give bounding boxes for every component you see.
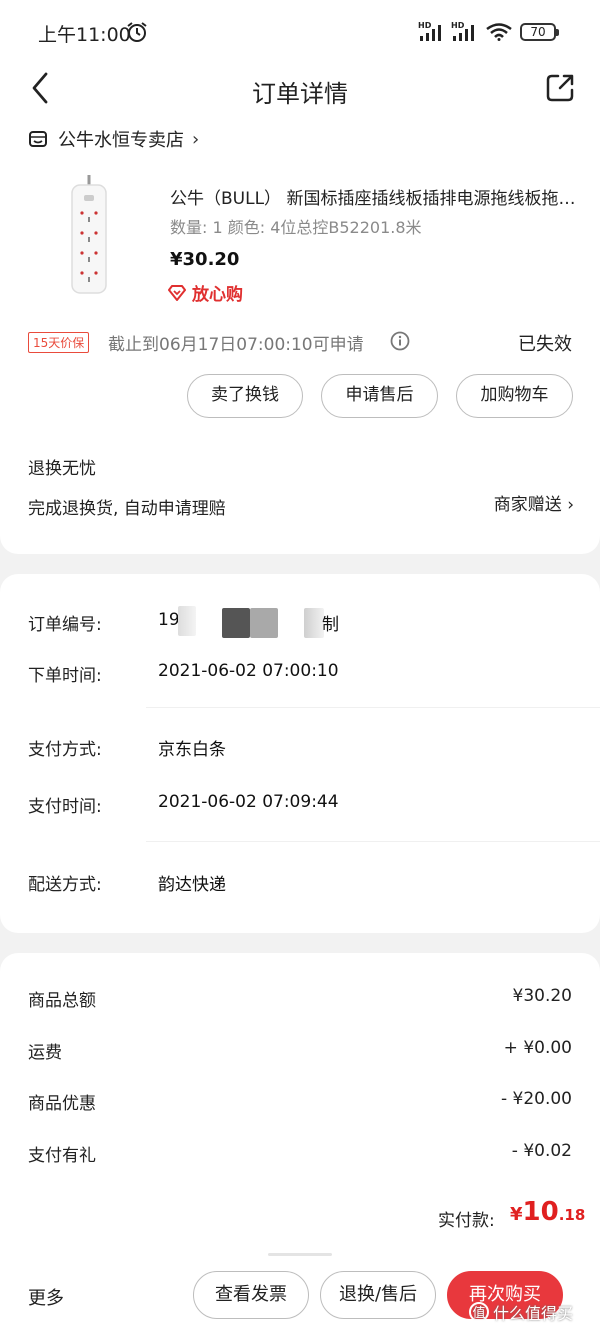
product-title[interactable]: 公牛（BULL） 新国标插座插线板插排电源拖线板拖线板	[170, 184, 580, 209]
total-value: ¥30.20	[512, 986, 572, 1006]
watermark-text: 什么值得买	[493, 1304, 574, 1323]
signal-icon-2	[453, 25, 474, 41]
watermark: 值 什么值得买	[468, 1300, 573, 1324]
view-invoice-button[interactable]: 查看发票	[193, 1271, 309, 1319]
pay-method-label: 支付方式:	[28, 740, 102, 760]
divider	[146, 841, 600, 842]
status-time: 上午11:00	[38, 24, 131, 46]
svg-text:值: 值	[472, 1305, 485, 1321]
store-icon	[29, 131, 47, 147]
order-time-label: 下单时间:	[28, 666, 102, 686]
divider	[146, 707, 600, 708]
paid-currency: ¥	[510, 1204, 523, 1225]
pay-gift-value: - ¥0.02	[511, 1141, 572, 1161]
nav-header: 订单详情	[0, 62, 600, 117]
assurance-badge: 放心购	[168, 280, 243, 305]
status-bar: 上午11:00 HD HD 70	[0, 0, 600, 62]
paid-integer: 10	[522, 1197, 559, 1227]
delivery-label: 配送方式:	[28, 875, 102, 895]
order-number-prefix: 19	[158, 610, 180, 630]
amount-card: 商品总额 ¥30.20 运费 + ¥0.00 商品优惠 - ¥20.00 支付有…	[0, 953, 600, 1253]
paid-label: 实付款:	[438, 1211, 495, 1231]
paid-decimal: .18	[558, 1206, 586, 1224]
battery-icon: 70	[520, 23, 559, 41]
add-to-cart-button[interactable]: 加购物车	[456, 374, 573, 418]
assurance-label: 放心购	[192, 285, 243, 305]
return-service-button[interactable]: 退换/售后	[320, 1271, 436, 1319]
alarm-icon	[127, 22, 147, 42]
chevron-right-icon: ›	[192, 128, 200, 150]
shipping-value: + ¥0.00	[503, 1038, 572, 1058]
price-protect-tag: 15天价保	[28, 332, 90, 353]
after-sale-button[interactable]: 申请售后	[321, 374, 438, 418]
pay-time-label: 支付时间:	[28, 797, 102, 817]
product-image[interactable]	[58, 175, 120, 295]
blur-mask	[222, 608, 250, 638]
blur-mask	[178, 606, 196, 636]
share-button[interactable]	[544, 72, 576, 104]
order-time-value: 2021-06-02 07:00:10	[158, 661, 339, 681]
store-link[interactable]: 公牛水恒专卖店 ›	[28, 126, 199, 152]
pay-time-value: 2021-06-02 07:09:44	[158, 792, 339, 812]
gesture-indicator	[268, 1253, 332, 1256]
product-price: ¥30.20	[170, 249, 240, 270]
order-number-suffix: 制	[322, 615, 339, 635]
store-name: 公牛水恒专卖店	[58, 130, 184, 151]
product-card: 公牛水恒专卖店 › 公牛（BULL） 新国标插座插线板插排电源拖线板拖线板 数量…	[0, 117, 600, 554]
pay-gift-label: 支付有礼	[28, 1146, 96, 1166]
merchant-gift-link[interactable]: 商家赠送 ›	[494, 490, 574, 515]
refund-title: 退换无忧	[28, 459, 96, 479]
signal-icon-1	[420, 25, 441, 41]
order-number-label: 订单编号:	[28, 615, 102, 635]
pay-method-value: 京东白条	[158, 740, 226, 760]
sell-button[interactable]: 卖了换钱	[187, 374, 303, 418]
shipping-label: 运费	[28, 1043, 62, 1063]
price-protect-deadline: 截止到06月17日07:00:10可申请	[108, 335, 364, 355]
page-title: 订单详情	[252, 80, 348, 108]
refund-desc: 完成退换货, 自动申请理赔	[28, 499, 226, 519]
more-button[interactable]: 更多	[28, 1284, 64, 1310]
blur-mask	[250, 608, 278, 638]
discount-value: - ¥20.00	[500, 1089, 572, 1109]
info-icon[interactable]	[390, 331, 410, 351]
total-label: 商品总额	[28, 991, 96, 1011]
product-spec: 数量: 1 颜色: 4位总控B52201.8米	[170, 218, 422, 237]
price-protect-status: 已失效	[518, 334, 572, 355]
diamond-icon	[168, 284, 186, 301]
wifi-icon	[486, 23, 512, 41]
delivery-value: 韵达快递	[158, 875, 226, 895]
watermark-logo-icon: 值	[469, 1302, 489, 1322]
blur-mask	[304, 608, 324, 638]
paid-amount: ¥10.18	[510, 1197, 585, 1227]
order-info-card: 订单编号: 19 制 下单时间: 2021-06-02 07:00:10 支付方…	[0, 574, 600, 933]
discount-label: 商品优惠	[28, 1094, 96, 1114]
